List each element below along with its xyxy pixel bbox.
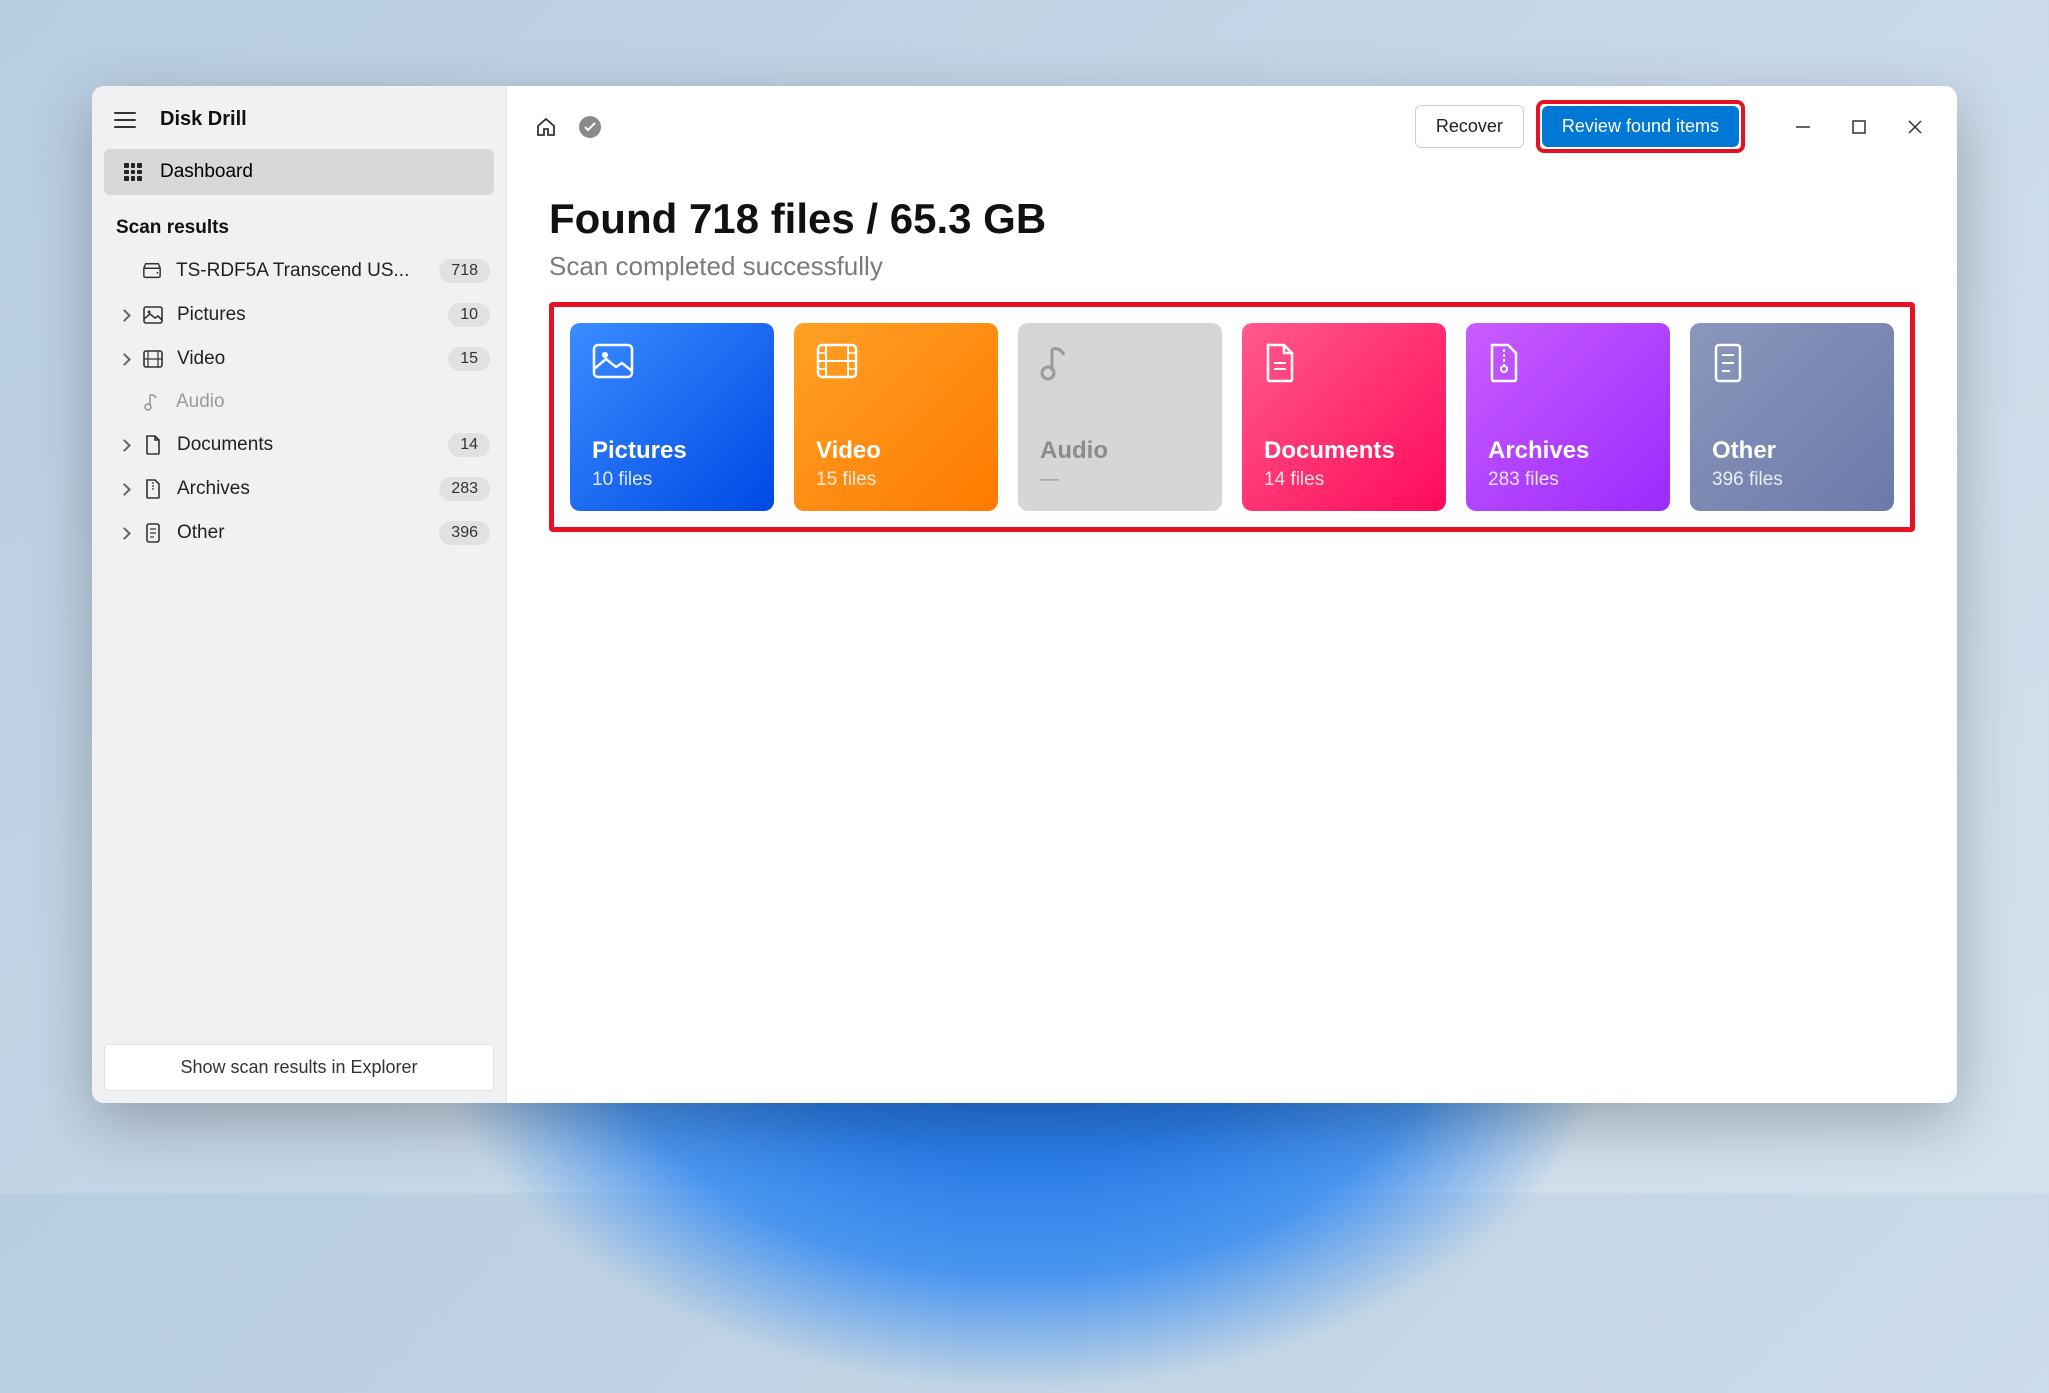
review-button-highlight: Review found items: [1536, 100, 1745, 153]
card-audio: Audio —: [1018, 323, 1222, 511]
count-badge: 14: [448, 433, 490, 457]
recover-button[interactable]: Recover: [1415, 105, 1524, 148]
sidebar-item-video[interactable]: Video 15: [92, 337, 506, 381]
sidebar-item-label: Documents: [177, 434, 434, 456]
sidebar-item-label: Audio: [176, 391, 490, 413]
main-content: Recover Review found items: [507, 86, 1957, 1103]
count-badge: 396: [439, 521, 490, 545]
card-documents[interactable]: Documents 14 files: [1242, 323, 1446, 511]
device-count-badge: 718: [439, 259, 490, 283]
archive-icon: [1488, 343, 1530, 385]
home-icon[interactable]: [535, 116, 557, 138]
card-title: Other: [1712, 437, 1872, 465]
document-icon: [1264, 343, 1306, 385]
sidebar-item-audio[interactable]: Audio: [92, 381, 506, 423]
nav-dashboard-label: Dashboard: [160, 161, 253, 183]
card-other[interactable]: Other 396 files: [1690, 323, 1894, 511]
titlebar: Recover Review found items: [507, 86, 1957, 167]
sidebar-item-other[interactable]: Other 396: [92, 511, 506, 555]
chevron-right-icon: [118, 353, 131, 366]
category-cards-highlight: Pictures 10 files Video 15 files Audio —: [549, 302, 1915, 532]
video-icon: [143, 349, 163, 369]
sidebar-item-label: Archives: [177, 478, 425, 500]
card-video[interactable]: Video 15 files: [794, 323, 998, 511]
count-badge: 283: [439, 477, 490, 501]
card-count: 396 files: [1712, 469, 1872, 491]
document-icon: [143, 435, 163, 455]
card-archives[interactable]: Archives 283 files: [1466, 323, 1670, 511]
check-circle-icon[interactable]: [579, 116, 601, 138]
scan-results-section-label: Scan results: [92, 195, 506, 249]
count-badge: 15: [448, 347, 490, 371]
card-count: 10 files: [592, 469, 752, 491]
card-count: —: [1040, 469, 1200, 491]
card-count: 283 files: [1488, 469, 1648, 491]
device-label: TS-RDF5A Transcend US...: [176, 260, 425, 282]
card-count: 14 files: [1264, 469, 1424, 491]
sidebar-header: Disk Drill: [92, 86, 506, 149]
card-title: Pictures: [592, 437, 752, 465]
dashboard-grid-icon: [124, 163, 142, 181]
audio-icon: [142, 392, 162, 412]
chevron-right-icon: [118, 527, 131, 540]
count-badge: 10: [448, 303, 490, 327]
card-title: Archives: [1488, 437, 1648, 465]
sidebar-item-archives[interactable]: Archives 283: [92, 467, 506, 511]
picture-icon: [143, 305, 163, 325]
sidebar-item-label: Other: [177, 522, 425, 544]
hamburger-menu-icon[interactable]: [114, 112, 136, 128]
window-close-button[interactable]: [1891, 107, 1939, 147]
card-count: 15 files: [816, 469, 976, 491]
card-pictures[interactable]: Pictures 10 files: [570, 323, 774, 511]
window-maximize-button[interactable]: [1835, 107, 1883, 147]
device-item[interactable]: TS-RDF5A Transcend US... 718: [92, 249, 506, 293]
nav-dashboard[interactable]: Dashboard: [104, 149, 494, 195]
video-icon: [816, 343, 858, 385]
card-title: Documents: [1264, 437, 1424, 465]
sidebar-item-pictures[interactable]: Pictures 10: [92, 293, 506, 337]
sidebar: Disk Drill Dashboard Scan results TS-RDF…: [92, 86, 507, 1103]
chevron-right-icon: [118, 439, 131, 452]
show-in-explorer-button[interactable]: Show scan results in Explorer: [104, 1044, 494, 1091]
other-file-icon: [143, 523, 163, 543]
sidebar-item-label: Video: [177, 348, 434, 370]
results-headline: Found 718 files / 65.3 GB: [549, 195, 1915, 243]
picture-icon: [592, 343, 634, 385]
results-subhead: Scan completed successfully: [549, 251, 1915, 282]
window-minimize-button[interactable]: [1779, 107, 1827, 147]
card-title: Audio: [1040, 437, 1200, 465]
drive-icon: [142, 261, 162, 281]
review-found-items-button[interactable]: Review found items: [1542, 106, 1739, 147]
audio-icon: [1040, 343, 1082, 385]
sidebar-item-documents[interactable]: Documents 14: [92, 423, 506, 467]
other-file-icon: [1712, 343, 1754, 385]
chevron-right-icon: [118, 309, 131, 322]
chevron-right-icon: [118, 483, 131, 496]
app-window: Disk Drill Dashboard Scan results TS-RDF…: [92, 86, 1957, 1103]
archive-icon: [143, 479, 163, 499]
app-title: Disk Drill: [160, 108, 247, 131]
sidebar-item-label: Pictures: [177, 304, 434, 326]
card-title: Video: [816, 437, 976, 465]
